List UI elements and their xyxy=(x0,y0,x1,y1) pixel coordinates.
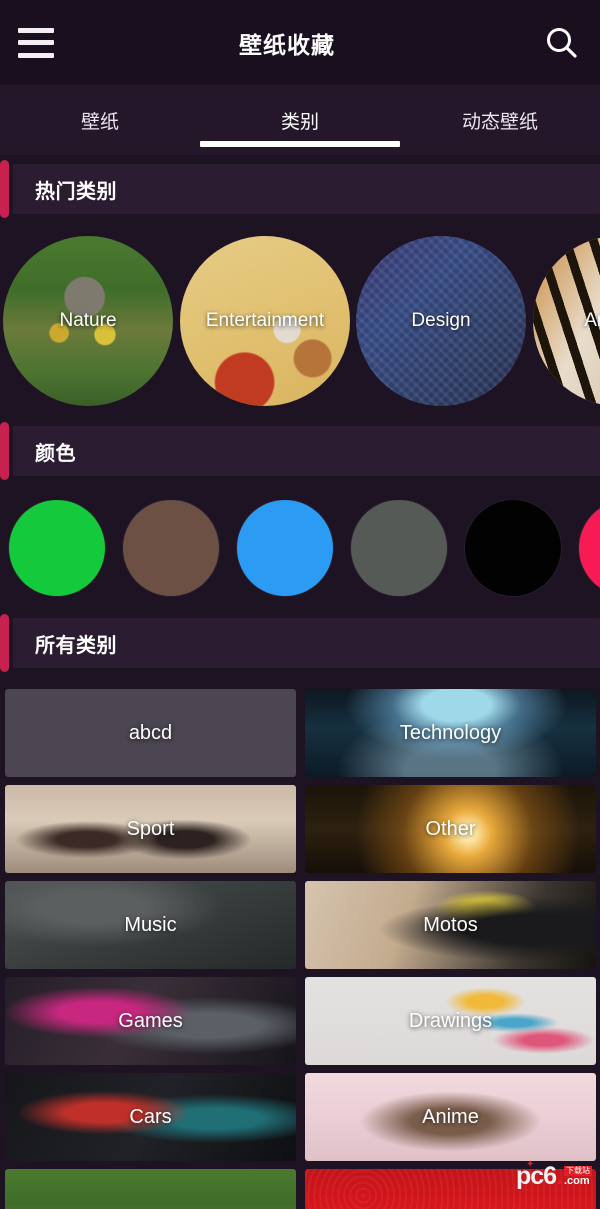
tab-categories[interactable]: 类别 xyxy=(200,85,400,155)
category-label: Motos xyxy=(423,913,478,936)
category-tile-music[interactable]: Music xyxy=(5,881,296,969)
category-label: Entertainment xyxy=(205,310,325,331)
category-tile-sport[interactable]: Sport xyxy=(5,785,296,873)
color-swatch-brown[interactable] xyxy=(123,500,219,596)
section-header-popular: 热门类别 xyxy=(0,160,600,218)
category-circle-entertainment[interactable]: Entertainment xyxy=(180,236,350,406)
category-tile-cars[interactable]: Cars xyxy=(5,1073,296,1161)
tab-label: 动态壁纸 xyxy=(461,112,538,133)
category-label: Sport xyxy=(126,817,175,840)
bookmark-icon[interactable] xyxy=(564,164,586,208)
section-accent-bar xyxy=(0,614,9,672)
color-swatch-blue[interactable] xyxy=(237,500,333,596)
category-tile-anime[interactable]: Anime xyxy=(305,1073,596,1161)
category-circle-design[interactable]: Design xyxy=(356,236,526,406)
tab-bar: 壁纸 类别 动态壁纸 xyxy=(0,85,600,155)
category-label: Animals xyxy=(584,310,600,331)
category-circle-nature[interactable]: Nature xyxy=(3,236,173,406)
section-title: 所有类别 xyxy=(35,634,117,657)
category-label: Cars xyxy=(129,1105,172,1128)
section-accent-bar xyxy=(0,422,9,480)
tab-indicator xyxy=(200,141,400,147)
category-tile-partial-right[interactable] xyxy=(305,1169,596,1209)
bookmark-icon[interactable] xyxy=(564,426,586,470)
page-title: 壁纸收藏 xyxy=(239,31,335,58)
section-header-bar: 热门类别 xyxy=(13,164,600,214)
tab-wallpapers[interactable]: 壁纸 xyxy=(0,85,200,155)
category-tile-technology[interactable]: Technology xyxy=(305,689,596,777)
category-tile-games[interactable]: Games xyxy=(5,977,296,1065)
color-swatch-carousel[interactable] xyxy=(0,500,600,610)
section-header-bar: 颜色 xyxy=(13,426,600,476)
category-tile-motos[interactable]: Motos xyxy=(305,881,596,969)
tab-label: 壁纸 xyxy=(80,112,119,133)
section-header-all: 所有类别 xyxy=(0,614,600,672)
category-circle-animals[interactable]: Animals xyxy=(533,236,600,406)
category-label: Anime xyxy=(422,1105,479,1128)
section-accent-bar xyxy=(0,160,9,218)
category-label: Music xyxy=(124,913,177,936)
category-thumbnail xyxy=(5,1169,296,1209)
section-header-bar: 所有类别 xyxy=(13,618,600,668)
category-label: Nature xyxy=(59,310,117,331)
section-title: 颜色 xyxy=(35,442,76,465)
category-tile-drawings[interactable]: Drawings xyxy=(305,977,596,1065)
category-tile-other[interactable]: Other xyxy=(305,785,596,873)
bookmark-icon[interactable] xyxy=(564,618,586,662)
tab-label: 类别 xyxy=(280,112,319,133)
category-thumbnail xyxy=(305,1169,596,1209)
popular-categories-carousel[interactable]: Nature Entertainment Design Animals xyxy=(0,236,600,416)
category-label: Games xyxy=(118,1009,183,1032)
wallpaper-app-screen: 壁纸收藏 壁纸 类别 动态壁纸 热门类别 Nature Entertainmen… xyxy=(0,0,600,1209)
top-app-bar: 壁纸收藏 xyxy=(0,0,600,85)
category-tile-abcd[interactable]: abcd xyxy=(5,689,296,777)
category-label: Drawings xyxy=(408,1009,493,1032)
section-title: 热门类别 xyxy=(35,180,117,203)
color-swatch-pink[interactable] xyxy=(579,500,600,596)
all-categories-grid: abcd Technology Sport Other Music Motos … xyxy=(0,689,600,1209)
category-label: Technology xyxy=(399,721,502,744)
color-swatch-black[interactable] xyxy=(465,500,561,596)
color-swatch-gray[interactable] xyxy=(351,500,447,596)
section-header-colors: 颜色 xyxy=(0,422,600,480)
category-tile-partial-left[interactable] xyxy=(5,1169,296,1209)
category-label: abcd xyxy=(128,721,173,744)
search-icon[interactable] xyxy=(530,11,594,75)
tab-live-wallpapers[interactable]: 动态壁纸 xyxy=(400,85,600,155)
color-swatch-green[interactable] xyxy=(9,500,105,596)
category-label: Other xyxy=(425,817,476,840)
category-label: Design xyxy=(411,310,471,331)
